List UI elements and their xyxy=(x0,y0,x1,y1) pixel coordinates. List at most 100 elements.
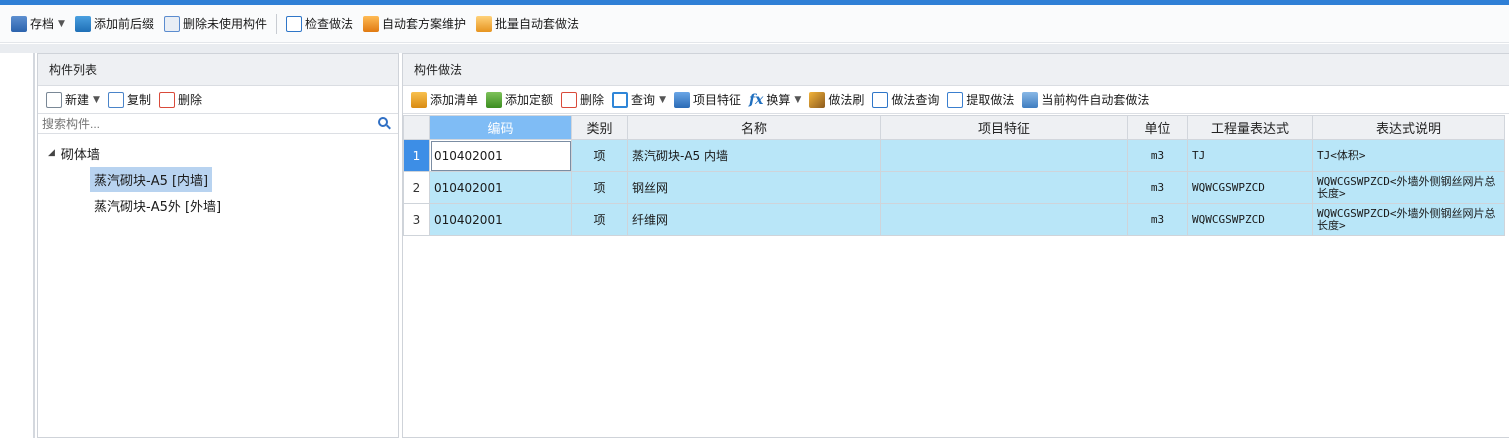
cell-unit[interactable]: m3 xyxy=(1127,139,1188,172)
cell-feature[interactable] xyxy=(880,171,1128,204)
new-icon xyxy=(46,91,62,108)
table-row[interactable]: 1 010402001 项 蒸汽砌块-A5 内墙 m3 TJ TJ<体积> xyxy=(403,139,1505,172)
batch-auto-label: 批量自动套做法 xyxy=(495,17,580,31)
main-toolbar: 存档 ▼ 添加前后缀 删除未使用构件 检查做法 自动套方案维护 批量自动套做法 xyxy=(0,5,1509,43)
cell-name[interactable]: 蒸汽砌块-A5 内墙 xyxy=(627,139,881,172)
method-query-button[interactable]: 做法查询 xyxy=(868,89,943,111)
cell-code[interactable]: 010402001 xyxy=(429,171,572,204)
add-list-button[interactable]: 添加清单 xyxy=(407,89,482,111)
query-button[interactable]: 查询 ▼ xyxy=(608,89,670,111)
cell-name[interactable]: 纤维网 xyxy=(627,203,881,236)
component-list-title: 构件列表 xyxy=(38,54,398,86)
new-button[interactable]: 新建 ▼ xyxy=(42,89,104,111)
column-header-unit[interactable]: 单位 xyxy=(1127,115,1188,140)
search-icon[interactable] xyxy=(378,117,388,127)
delete-unused-button[interactable]: 删除未使用构件 xyxy=(159,12,272,36)
save-icon xyxy=(11,15,27,32)
auto-scheme-button[interactable]: 自动套方案维护 xyxy=(358,12,471,36)
add-prefix-button[interactable]: 添加前后缀 xyxy=(70,12,159,36)
save-label: 存档 xyxy=(30,17,55,31)
delete-label: 删除 xyxy=(177,93,202,107)
cell-name[interactable]: 钢丝网 xyxy=(627,171,881,204)
method-grid: 编码 类别 名称 项目特征 单位 工程量表达式 表达式说明 1 01040200… xyxy=(403,115,1509,236)
chevron-down-icon[interactable]: ▼ xyxy=(659,95,666,105)
delete-icon xyxy=(561,91,578,108)
table-row[interactable]: 2 010402001 项 钢丝网 m3 WQWCGSWPZCD WQWCGSW… xyxy=(403,171,1505,204)
add-list-label: 添加清单 xyxy=(430,93,479,107)
cell-expr[interactable]: TJ xyxy=(1187,139,1313,172)
current-auto-button[interactable]: 当前构件自动套做法 xyxy=(1018,89,1153,111)
component-method-title: 构件做法 xyxy=(403,54,1509,86)
extract-icon xyxy=(947,91,964,108)
row-number[interactable]: 1 xyxy=(403,139,430,172)
cell-type[interactable]: 项 xyxy=(571,203,628,236)
query-icon xyxy=(612,91,629,108)
new-label: 新建 xyxy=(65,93,90,107)
copy-icon xyxy=(107,91,124,108)
extract-method-button[interactable]: 提取做法 xyxy=(943,89,1018,111)
tree-item-label: 蒸汽砌块-A5 [内墙] xyxy=(90,166,213,192)
copy-button[interactable]: 复制 xyxy=(104,89,155,111)
cell-code[interactable]: 010402001 xyxy=(429,203,572,236)
cell-expr[interactable]: WQWCGSWPZCD xyxy=(1187,203,1313,236)
method-delete-button[interactable]: 删除 xyxy=(557,89,608,111)
auto-scheme-label: 自动套方案维护 xyxy=(381,17,466,31)
tree-item-inner-wall[interactable]: 蒸汽砌块-A5 [内墙] xyxy=(38,166,398,192)
convert-button[interactable]: fx 换算 ▼ xyxy=(745,89,805,111)
search-box xyxy=(38,114,398,134)
check-method-button[interactable]: 检查做法 xyxy=(281,12,358,36)
search-input[interactable] xyxy=(42,114,362,133)
row-number[interactable]: 2 xyxy=(403,171,430,204)
cell-unit[interactable]: m3 xyxy=(1127,171,1188,204)
item-feature-label: 项目特征 xyxy=(692,93,741,107)
column-header-feature[interactable]: 项目特征 xyxy=(880,115,1128,140)
row-number[interactable]: 3 xyxy=(403,203,430,236)
cell-unit[interactable]: m3 xyxy=(1127,203,1188,236)
tree-item-outer-wall[interactable]: 蒸汽砌块-A5外 [外墙] xyxy=(38,192,398,218)
delete-icon xyxy=(158,91,175,108)
cell-feature[interactable] xyxy=(880,203,1128,236)
table-row[interactable]: 3 010402001 项 纤维网 m3 WQWCGSWPZCD WQWCGSW… xyxy=(403,203,1505,236)
method-delete-label: 删除 xyxy=(580,93,605,107)
add-quota-icon xyxy=(486,91,503,108)
left-gutter xyxy=(0,53,35,438)
tree-node-masonry-wall[interactable]: ◢ 砌体墙 xyxy=(38,140,398,166)
check-method-label: 检查做法 xyxy=(304,17,353,31)
method-brush-button[interactable]: 做法刷 xyxy=(805,89,868,111)
chevron-down-icon[interactable]: ▼ xyxy=(794,95,801,105)
batch-icon xyxy=(476,15,492,32)
row-number-header xyxy=(403,115,430,140)
column-header-name[interactable]: 名称 xyxy=(627,115,881,140)
component-tree: ◢ 砌体墙 蒸汽砌块-A5 [内墙] 蒸汽砌块-A5外 [外墙] xyxy=(38,134,398,218)
cell-expr[interactable]: WQWCGSWPZCD xyxy=(1187,171,1313,204)
save-button[interactable]: 存档 ▼ xyxy=(6,12,70,36)
column-header-code[interactable]: 编码 xyxy=(429,115,572,140)
current-auto-icon xyxy=(1022,91,1039,108)
add-quota-button[interactable]: 添加定额 xyxy=(482,89,557,111)
toolbar-divider xyxy=(275,13,277,34)
brush-icon xyxy=(809,91,826,108)
cell-feature[interactable] xyxy=(880,139,1128,172)
tree-node-label: 砌体墙 xyxy=(60,147,100,163)
item-feature-button[interactable]: 项目特征 xyxy=(670,89,745,111)
column-header-type[interactable]: 类别 xyxy=(571,115,628,140)
cell-type[interactable]: 项 xyxy=(571,171,628,204)
chevron-down-icon[interactable]: ▼ xyxy=(93,95,100,105)
collapse-arrow-icon[interactable]: ◢ xyxy=(48,148,55,158)
batch-auto-button[interactable]: 批量自动套做法 xyxy=(471,12,584,36)
query-label: 查询 xyxy=(631,93,656,107)
column-header-expr[interactable]: 工程量表达式 xyxy=(1187,115,1313,140)
cell-desc[interactable]: WQWCGSWPZCD<外墙外侧钢丝网片总长度> xyxy=(1312,171,1505,204)
cell-type[interactable]: 项 xyxy=(571,139,628,172)
cell-desc[interactable]: WQWCGSWPZCD<外墙外侧钢丝网片总长度> xyxy=(1312,203,1505,236)
component-list-panel: 构件列表 新建 ▼ 复制 删除 ◢ 砌体墙 蒸汽砌块-A5 [内墙] 蒸汽砌块-… xyxy=(37,53,399,438)
delete-button[interactable]: 删除 xyxy=(155,89,206,111)
method-query-icon xyxy=(872,91,889,108)
column-header-desc[interactable]: 表达式说明 xyxy=(1312,115,1505,140)
grid-header-row: 编码 类别 名称 项目特征 单位 工程量表达式 表达式说明 xyxy=(403,115,1505,140)
component-method-panel: 构件做法 添加清单 添加定额 删除 查询 ▼ 项目特征 fx 换算 ▼ 做法刷 … xyxy=(402,53,1509,438)
cell-code[interactable]: 010402001 xyxy=(429,139,572,172)
convert-label: 换算 xyxy=(766,93,791,107)
cell-desc[interactable]: TJ<体积> xyxy=(1312,139,1505,172)
chevron-down-icon[interactable]: ▼ xyxy=(58,19,65,29)
